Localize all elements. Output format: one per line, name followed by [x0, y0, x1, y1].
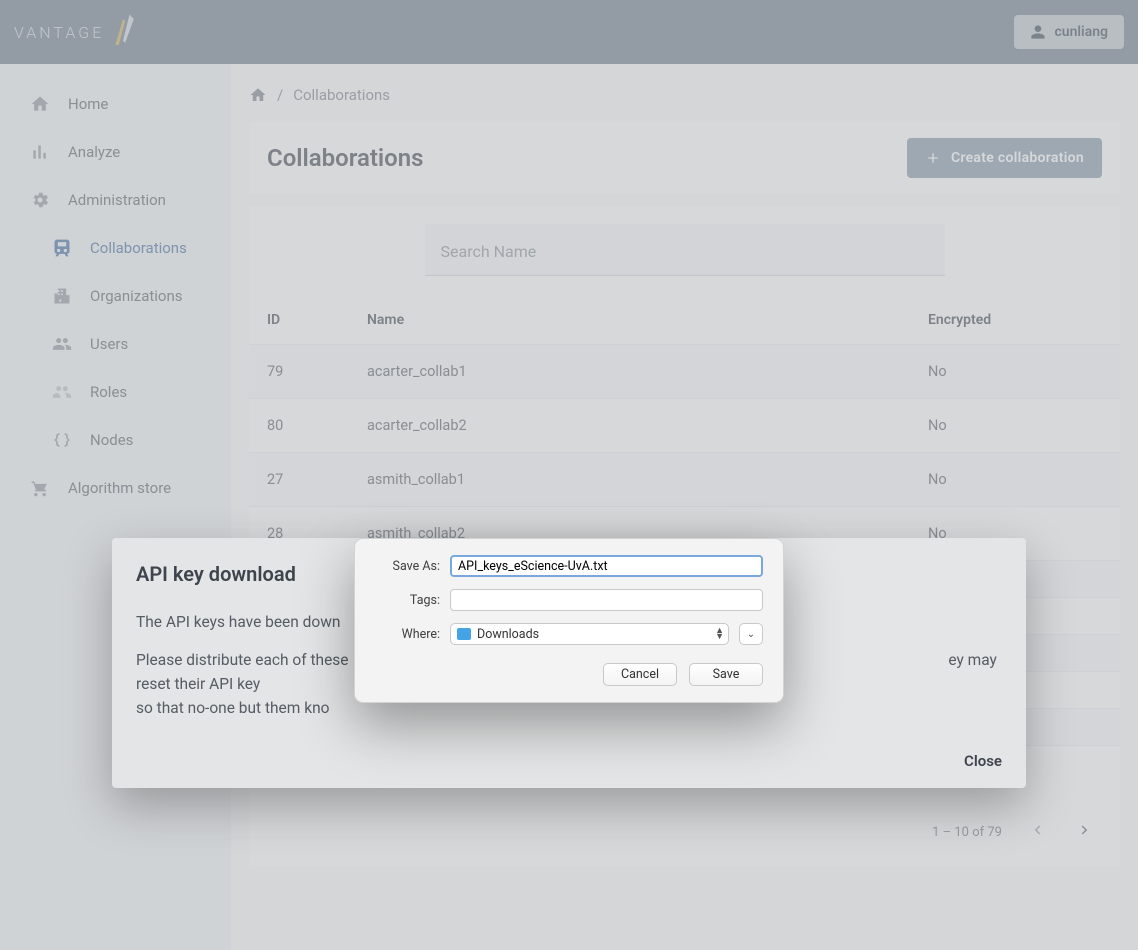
where-value: Downloads	[477, 627, 539, 642]
save-dialog-cancel-button[interactable]: Cancel	[603, 663, 677, 686]
where-select[interactable]: Downloads ▲▼	[450, 623, 729, 645]
save-as-label: Save As:	[375, 559, 440, 574]
tags-label: Tags:	[375, 593, 440, 608]
folder-icon	[457, 628, 471, 640]
expand-folder-button[interactable]: ⌄	[739, 623, 763, 645]
save-as-input[interactable]	[450, 555, 763, 577]
save-dialog-save-button[interactable]: Save	[689, 663, 763, 686]
modal-overlay: API key download The API keys have been …	[0, 0, 1138, 950]
where-label: Where:	[375, 627, 440, 642]
modal-close-button[interactable]: Close	[964, 752, 1002, 770]
tags-input[interactable]	[450, 589, 763, 611]
updown-icon: ▲▼	[715, 628, 724, 640]
chevron-down-icon: ⌄	[747, 629, 755, 640]
save-file-dialog: Save As: Tags: Where: Downloads ▲▼ ⌄ Can…	[354, 538, 784, 703]
